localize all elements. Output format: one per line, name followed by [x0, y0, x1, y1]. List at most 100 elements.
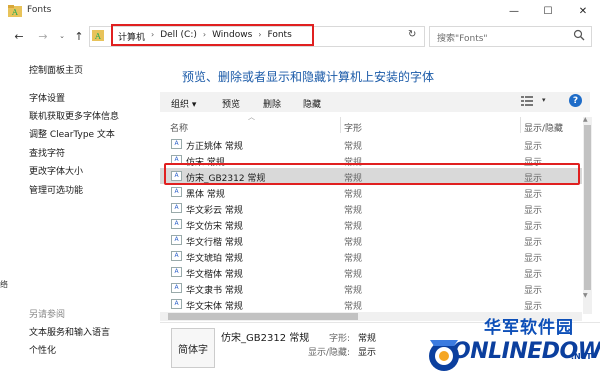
font-visibility: 显示 [524, 286, 543, 296]
font-style: 常规 [344, 270, 363, 280]
font-file-icon: A [171, 299, 182, 309]
scroll-down-arrow-icon[interactable]: ▼ [583, 292, 588, 299]
font-row[interactable]: A 华文楷体 常规 常规 显示 [160, 264, 582, 280]
cleartype-link[interactable]: 调整 ClearType 文本 [29, 127, 115, 140]
font-visibility: 显示 [524, 222, 543, 232]
font-row[interactable]: A 华文仿宋 常规 常规 显示 [160, 216, 582, 232]
hide-button[interactable]: 隐藏 [303, 97, 321, 110]
scroll-up-arrow-icon[interactable]: ▲ [583, 116, 588, 123]
fonts-folder-icon: A [92, 30, 104, 41]
font-name: 华文琥珀 常规 [186, 254, 243, 264]
left-edge-text: 络 [0, 280, 8, 289]
font-style: 常规 [344, 238, 363, 248]
refresh-button[interactable]: ↻ [408, 29, 416, 40]
address-highlight-box [111, 24, 314, 46]
font-file-icon: A [171, 283, 182, 293]
column-header-name[interactable]: 名称 [170, 121, 188, 134]
delete-button[interactable]: 删除 [263, 97, 281, 110]
column-divider[interactable] [340, 117, 341, 133]
get-more-fonts-link[interactable]: 联机获取更多字体信息 [29, 109, 119, 122]
font-visibility: 显示 [524, 238, 543, 248]
back-button[interactable]: ← [10, 27, 28, 45]
font-row[interactable]: A 方正姚体 常规 常规 显示 [160, 136, 582, 152]
font-visibility: 显示 [524, 254, 543, 264]
font-preview-text: 简体字 [178, 344, 208, 356]
font-visibility: 显示 [524, 190, 543, 200]
watermark-domain-suffix: .NET [571, 352, 592, 361]
horizontal-scrollbar-thumb[interactable] [168, 313, 358, 320]
font-name: 方正姚体 常规 [186, 142, 243, 152]
vertical-scrollbar-thumb[interactable] [584, 125, 591, 290]
see-also-label: 另请参阅 [29, 310, 66, 320]
font-visibility: 显示 [524, 206, 543, 216]
change-font-size-link[interactable]: 更改字体大小 [29, 164, 83, 177]
font-file-icon: A [171, 219, 182, 229]
watermark-chinese-text: 华军软件园 [484, 318, 574, 338]
preview-button[interactable]: 预览 [222, 97, 240, 110]
font-list: A 方正姚体 常规 常规 显示 A 仿宋 常规 常规 显示 A 仿宋_GB231… [160, 134, 582, 310]
search-placeholder: 搜索"Fonts" [437, 34, 488, 44]
detail-style-value: 常规 [358, 334, 377, 344]
font-name: 华文彩云 常规 [186, 206, 243, 216]
column-header-style[interactable]: 字形 [344, 121, 362, 134]
font-style: 常规 [344, 222, 363, 232]
font-name: 华文隶书 常规 [186, 286, 243, 296]
column-divider[interactable] [520, 117, 521, 133]
font-file-icon: A [171, 139, 182, 149]
font-style: 常规 [344, 206, 363, 216]
organize-menu[interactable]: 组织 ▾ [171, 97, 196, 110]
detail-show-value: 显示 [358, 348, 377, 358]
minimize-button[interactable]: — [497, 0, 531, 22]
font-row[interactable]: A 华文彩云 常规 常规 显示 [160, 200, 582, 216]
font-name: 华文楷体 常规 [186, 270, 243, 280]
detail-style-label: 字形: [329, 334, 351, 344]
font-name: 华文仿宋 常规 [186, 222, 243, 232]
close-button[interactable]: ✕ [566, 0, 600, 22]
selected-row-highlight-box [164, 163, 580, 185]
font-name: 黑体 常规 [186, 190, 225, 200]
search-icon[interactable] [573, 29, 585, 41]
font-visibility: 显示 [524, 302, 543, 310]
optional-features-link[interactable]: 管理可选功能 [29, 183, 83, 196]
up-button[interactable]: ↑ [70, 27, 88, 45]
control-panel-home-link[interactable]: 控制面板主页 [29, 63, 83, 76]
font-file-icon: A [171, 267, 182, 277]
font-file-icon: A [171, 203, 182, 213]
view-options-icon[interactable] [521, 95, 533, 107]
font-row[interactable]: A 华文行楷 常规 常规 显示 [160, 232, 582, 248]
view-dropdown-arrow[interactable]: ▾ [542, 96, 546, 104]
font-file-icon: A [171, 187, 182, 197]
page-title: 预览、删除或者显示和隐藏计算机上安装的字体 [182, 70, 435, 84]
font-row[interactable]: A 华文琥珀 常规 常规 显示 [160, 248, 582, 264]
text-services-link[interactable]: 文本服务和输入语言 [29, 325, 110, 338]
recent-locations-button[interactable]: ⌄ [53, 27, 71, 45]
detail-show-label: 显示/隐藏: [308, 348, 351, 358]
font-style: 常规 [344, 254, 363, 264]
font-style: 常规 [344, 286, 363, 296]
font-row[interactable]: A 华文宋体 常规 常规 显示 [160, 296, 582, 310]
font-file-icon: A [171, 251, 182, 261]
font-settings-link[interactable]: 字体设置 [29, 91, 65, 104]
font-row[interactable]: A 华文隶书 常规 常规 显示 [160, 280, 582, 296]
font-visibility: 显示 [524, 142, 543, 152]
font-preview-thumbnail: 简体字 [171, 328, 215, 368]
svg-text:A: A [94, 32, 101, 41]
font-name: 华文宋体 常规 [186, 302, 243, 310]
forward-button[interactable]: → [34, 27, 52, 45]
maximize-button[interactable]: ☐ [531, 0, 565, 22]
column-header-show-hide[interactable]: 显示/隐藏 [524, 121, 563, 134]
svg-text:A: A [11, 8, 18, 17]
window-title: Fonts [27, 5, 52, 15]
personalization-link[interactable]: 个性化 [29, 343, 56, 356]
detail-font-name: 仿宋_GB2312 常规 [221, 333, 310, 344]
font-style: 常规 [344, 142, 363, 152]
font-name: 华文行楷 常规 [186, 238, 243, 248]
font-visibility: 显示 [524, 270, 543, 280]
fonts-folder-icon: A [8, 5, 22, 17]
font-style: 常规 [344, 302, 363, 310]
font-row[interactable]: A 黑体 常规 常规 显示 [160, 184, 582, 200]
find-character-link[interactable]: 查找字符 [29, 146, 65, 159]
help-icon[interactable]: ? [569, 94, 582, 107]
sort-indicator-icon: ︿ [248, 113, 255, 121]
font-style: 常规 [344, 190, 363, 200]
